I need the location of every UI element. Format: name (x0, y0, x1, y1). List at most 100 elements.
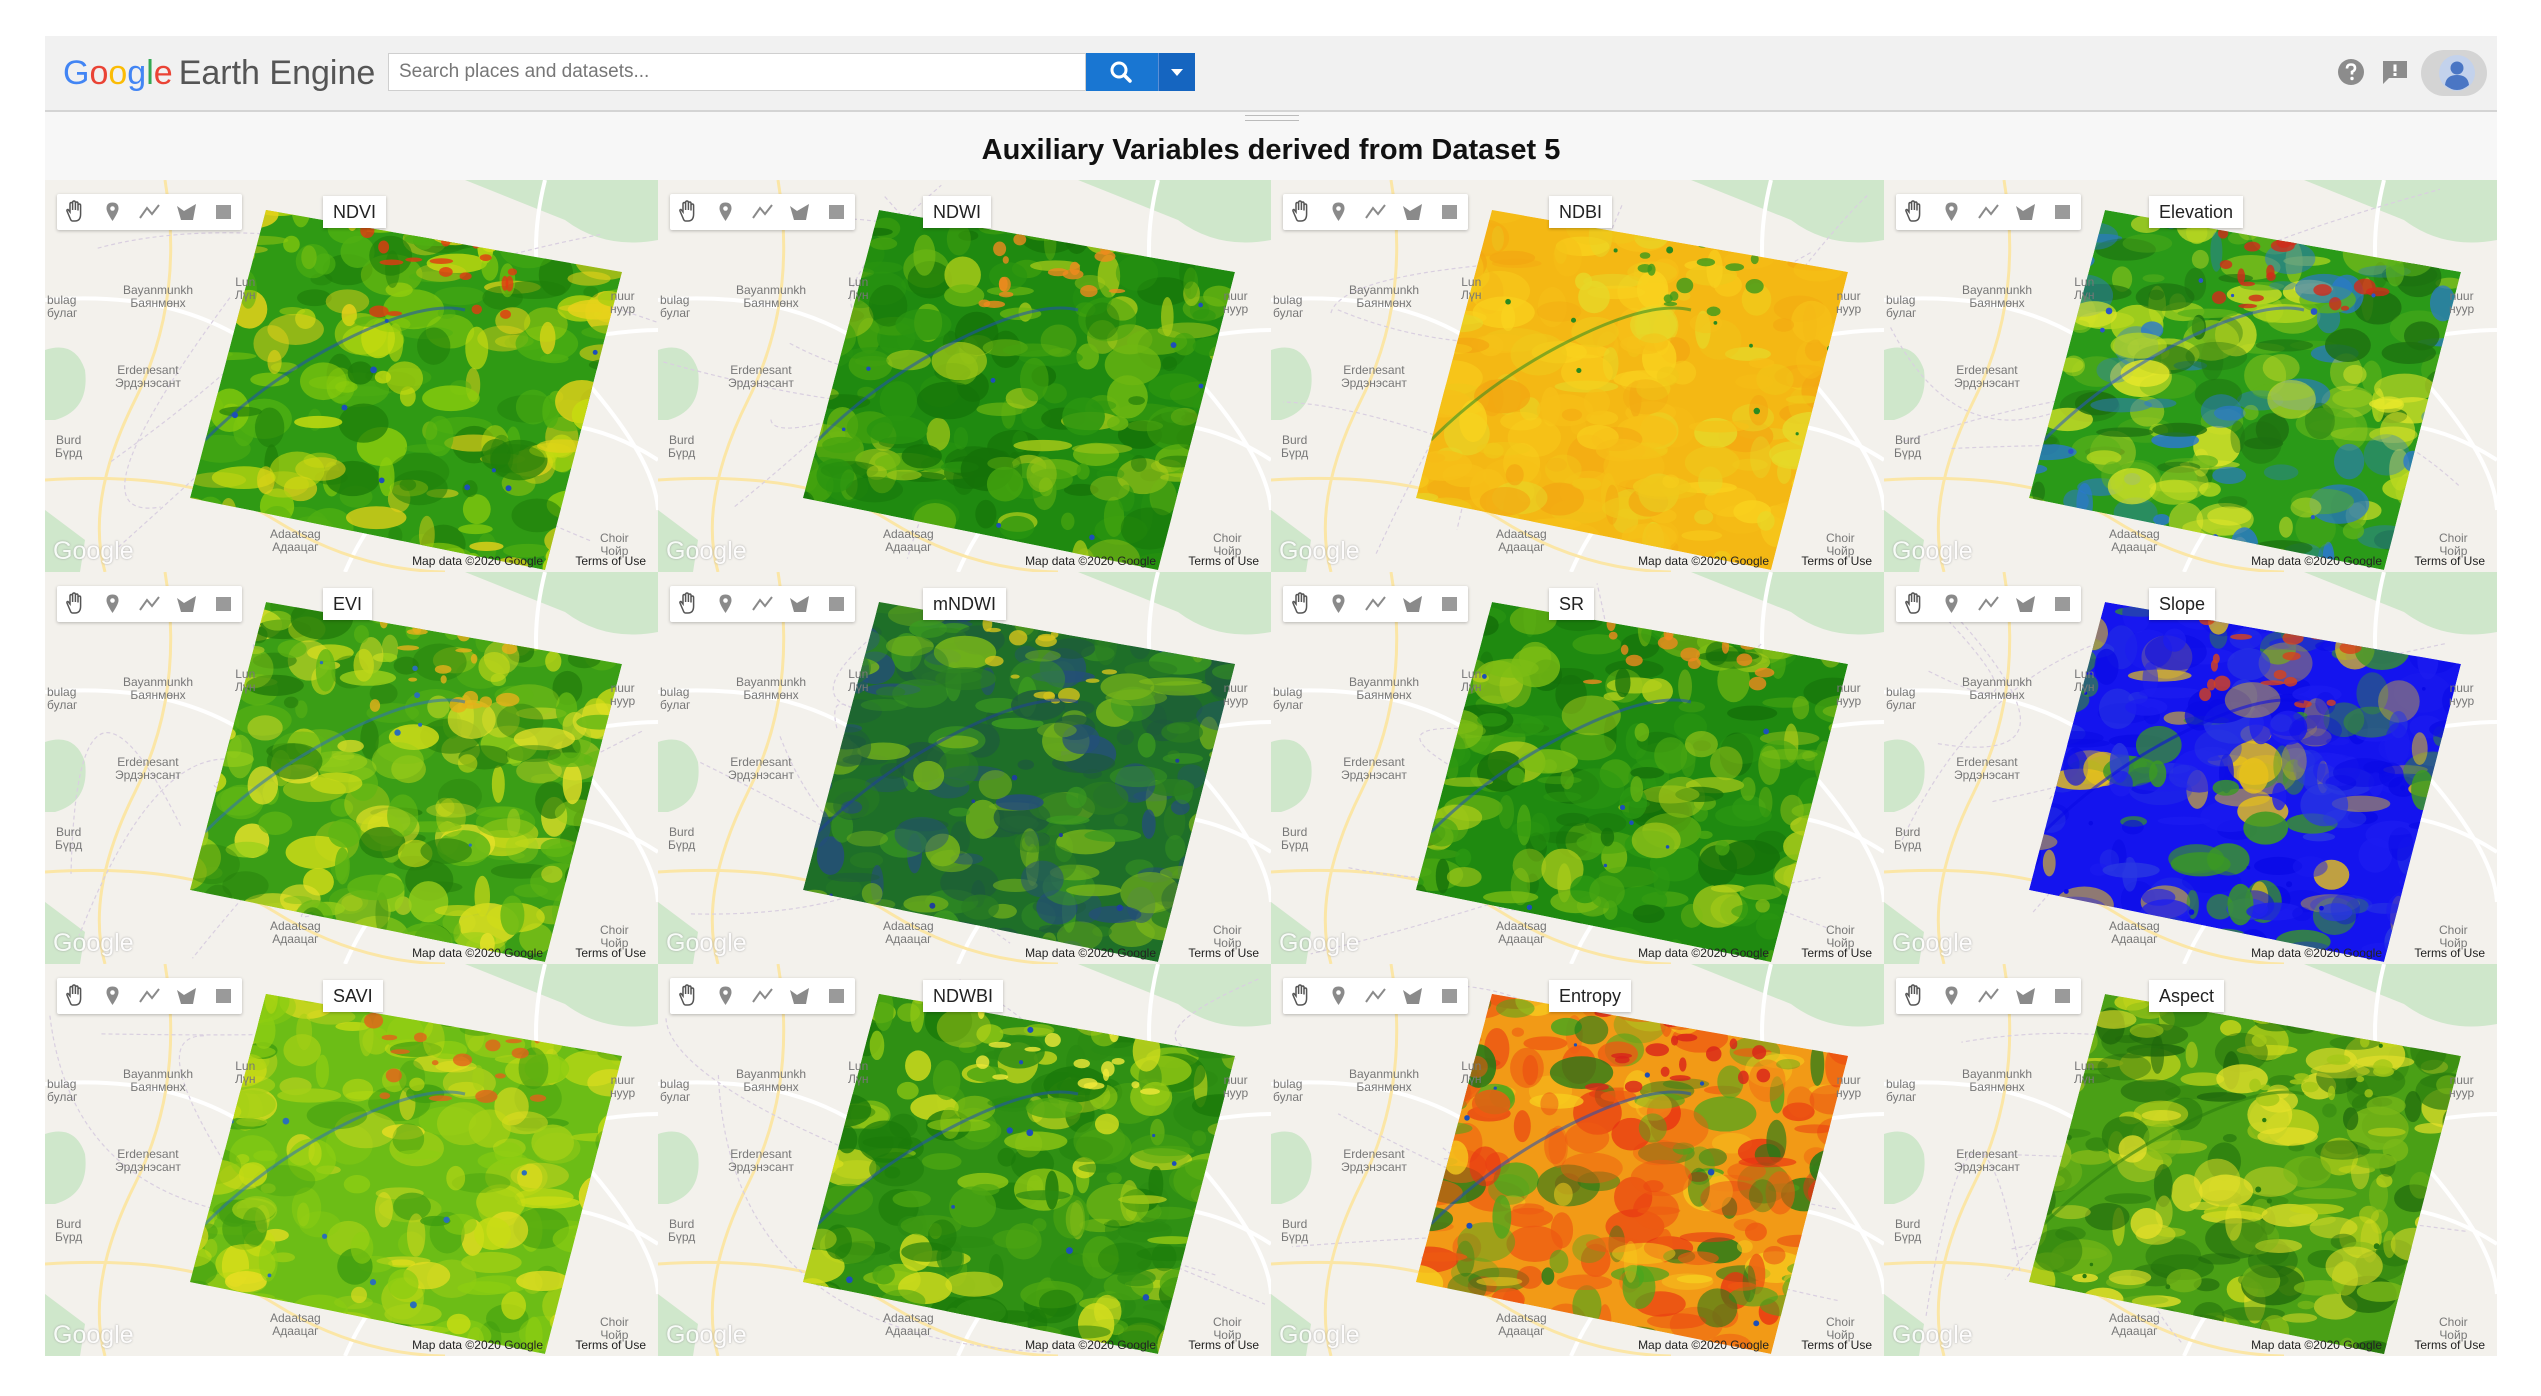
terms-of-use-link[interactable]: Terms of Use (1188, 946, 1259, 960)
terms-of-use-link[interactable]: Terms of Use (575, 1338, 646, 1352)
map-data-attribution[interactable]: Map data ©2020 Google (412, 946, 543, 960)
terms-of-use-link[interactable]: Terms of Use (2414, 1338, 2485, 1352)
draw-rectangle-icon[interactable] (818, 194, 855, 230)
map-panel-aspect[interactable]: Aspect Bayanmunkh Баянмөнх Lun Лүн Erdenes… (1884, 964, 2497, 1356)
earth-engine-logo[interactable]: Google Earth Engine (63, 56, 375, 90)
draw-rectangle-icon[interactable] (2044, 586, 2081, 622)
draw-line-icon[interactable] (131, 978, 168, 1014)
draw-rectangle-icon[interactable] (2044, 194, 2081, 230)
map-data-attribution[interactable]: Map data ©2020 Google (2251, 554, 2382, 568)
map-data-attribution[interactable]: Map data ©2020 Google (2251, 946, 2382, 960)
add-marker-icon[interactable] (1320, 978, 1357, 1014)
map-data-attribution[interactable]: Map data ©2020 Google (1025, 946, 1156, 960)
search-input[interactable] (389, 54, 1085, 90)
map-data-attribution[interactable]: Map data ©2020 Google (1025, 554, 1156, 568)
draw-shape-icon[interactable] (1394, 586, 1431, 622)
terms-of-use-link[interactable]: Terms of Use (575, 946, 646, 960)
add-marker-icon[interactable] (1933, 586, 1970, 622)
draw-line-icon[interactable] (1970, 194, 2007, 230)
map-data-attribution[interactable]: Map data ©2020 Google (1638, 1338, 1769, 1352)
draw-rectangle-icon[interactable] (205, 194, 242, 230)
terms-of-use-link[interactable]: Terms of Use (1801, 554, 1872, 568)
map-panel-ndwi[interactable]: NDWI Bayanmunkh Баянмөнх Lun Лүн Erdenesan… (658, 180, 1271, 572)
map-panel-slope[interactable]: Slope Bayanmunkh Баянмөнх Lun Лүн Erdenesa… (1884, 572, 2497, 964)
map-data-attribution[interactable]: Map data ©2020 Google (1025, 1338, 1156, 1352)
add-marker-icon[interactable] (94, 586, 131, 622)
draw-rectangle-icon[interactable] (2044, 978, 2081, 1014)
pan-hand-icon[interactable] (670, 978, 707, 1014)
add-marker-icon[interactable] (707, 978, 744, 1014)
draw-shape-icon[interactable] (781, 586, 818, 622)
pan-hand-icon[interactable] (670, 586, 707, 622)
search-options-dropdown[interactable] (1158, 53, 1195, 91)
pan-hand-icon[interactable] (1896, 978, 1933, 1014)
map-panel-mndwi[interactable]: mNDWI Bayanmunkh Баянмөнх Lun Лүн Erdenesa… (658, 572, 1271, 964)
terms-of-use-link[interactable]: Terms of Use (575, 554, 646, 568)
draw-shape-icon[interactable] (168, 978, 205, 1014)
add-marker-icon[interactable] (707, 194, 744, 230)
draw-shape-icon[interactable] (781, 978, 818, 1014)
pan-hand-icon[interactable] (57, 586, 94, 622)
draw-rectangle-icon[interactable] (1431, 194, 1468, 230)
map-panel-entropy[interactable]: Entropy Bayanmunkh Баянмөнх Lun Лүн Erdene… (1271, 964, 1884, 1356)
add-marker-icon[interactable] (1320, 194, 1357, 230)
terms-of-use-link[interactable]: Terms of Use (2414, 946, 2485, 960)
draw-rectangle-icon[interactable] (1431, 978, 1468, 1014)
add-marker-icon[interactable] (1320, 586, 1357, 622)
map-panel-sr[interactable]: SR Bayanmunkh Баянмөнх Lun Лүн Erdenesant Э… (1271, 572, 1884, 964)
pan-hand-icon[interactable] (57, 194, 94, 230)
map-panel-ndbi[interactable]: NDBI Bayanmunkh Баянмөнх Lun Лүн Erdenesan… (1271, 180, 1884, 572)
draw-rectangle-icon[interactable] (205, 586, 242, 622)
draw-shape-icon[interactable] (1394, 194, 1431, 230)
draw-line-icon[interactable] (744, 194, 781, 230)
terms-of-use-link[interactable]: Terms of Use (2414, 554, 2485, 568)
map-data-attribution[interactable]: Map data ©2020 Google (412, 1338, 543, 1352)
map-panel-ndvi[interactable]: NDVI Bayanmunkh Баянмөнх Lun Лүн Erdenesan… (45, 180, 658, 572)
draw-shape-icon[interactable] (2007, 978, 2044, 1014)
pan-hand-icon[interactable] (670, 194, 707, 230)
draw-line-icon[interactable] (1357, 978, 1394, 1014)
map-data-attribution[interactable]: Map data ©2020 Google (412, 554, 543, 568)
add-marker-icon[interactable] (1933, 194, 1970, 230)
draw-line-icon[interactable] (744, 586, 781, 622)
map-data-attribution[interactable]: Map data ©2020 Google (2251, 1338, 2382, 1352)
terms-of-use-link[interactable]: Terms of Use (1188, 554, 1259, 568)
draw-line-icon[interactable] (744, 978, 781, 1014)
draw-shape-icon[interactable] (2007, 194, 2044, 230)
map-data-attribution[interactable]: Map data ©2020 Google (1638, 554, 1769, 568)
map-panel-elevation[interactable]: Elevation Bayanmunkh Баянмөнх Lun Лүн Erde… (1884, 180, 2497, 572)
map-panel-savi[interactable]: SAVI Bayanmunkh Баянмөнх Lun Лүн Erdenesan… (45, 964, 658, 1356)
add-marker-icon[interactable] (94, 978, 131, 1014)
account-button[interactable] (2421, 50, 2487, 96)
pan-hand-icon[interactable] (1896, 586, 1933, 622)
pan-hand-icon[interactable] (1283, 978, 1320, 1014)
panel-resize-handle[interactable] (1245, 115, 1299, 121)
pan-hand-icon[interactable] (1283, 194, 1320, 230)
draw-line-icon[interactable] (131, 194, 168, 230)
map-panel-evi[interactable]: EVI Bayanmunkh Баянмөнх Lun Лүн Erdenesant… (45, 572, 658, 964)
draw-shape-icon[interactable] (168, 194, 205, 230)
terms-of-use-link[interactable]: Terms of Use (1188, 1338, 1259, 1352)
draw-line-icon[interactable] (1357, 194, 1394, 230)
pan-hand-icon[interactable] (57, 978, 94, 1014)
draw-shape-icon[interactable] (2007, 586, 2044, 622)
map-panel-ndwbi[interactable]: NDWBI Bayanmunkh Баянмөнх Lun Лүн Erdenesa… (658, 964, 1271, 1356)
map-data-attribution[interactable]: Map data ©2020 Google (1638, 946, 1769, 960)
draw-rectangle-icon[interactable] (1431, 586, 1468, 622)
draw-line-icon[interactable] (131, 586, 168, 622)
add-marker-icon[interactable] (1933, 978, 1970, 1014)
search-button[interactable] (1086, 53, 1158, 91)
draw-rectangle-icon[interactable] (205, 978, 242, 1014)
draw-line-icon[interactable] (1357, 586, 1394, 622)
pan-hand-icon[interactable] (1896, 194, 1933, 230)
draw-line-icon[interactable] (1970, 586, 2007, 622)
draw-shape-icon[interactable] (1394, 978, 1431, 1014)
draw-shape-icon[interactable] (168, 586, 205, 622)
terms-of-use-link[interactable]: Terms of Use (1801, 1338, 1872, 1352)
add-marker-icon[interactable] (94, 194, 131, 230)
add-marker-icon[interactable] (707, 586, 744, 622)
terms-of-use-link[interactable]: Terms of Use (1801, 946, 1872, 960)
draw-rectangle-icon[interactable] (818, 586, 855, 622)
draw-line-icon[interactable] (1970, 978, 2007, 1014)
feedback-icon[interactable] (2380, 57, 2410, 87)
